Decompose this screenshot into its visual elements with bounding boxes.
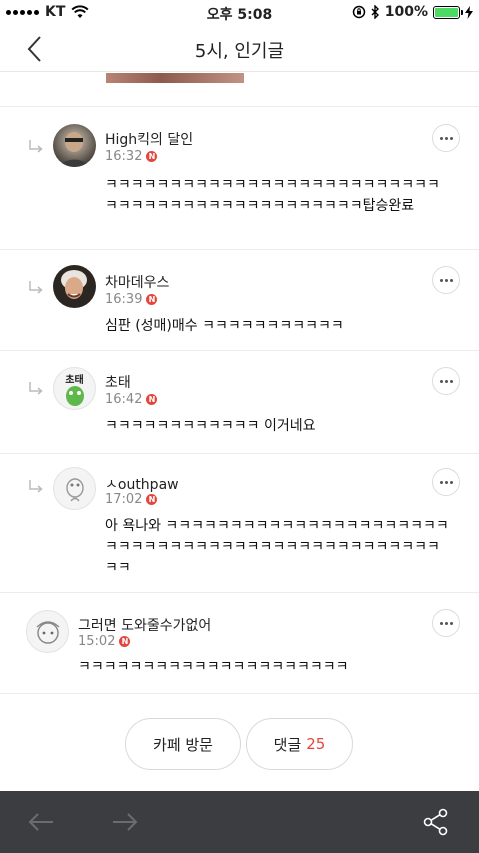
comment-text: ㅋㅋㅋㅋㅋㅋㅋㅋㅋㅋㅋㅋㅋㅋㅋㅋㅋㅋㅋㅋㅋㅋㅋㅋㅋㅋㅋㅋㅋㅋㅋㅋㅋㅋㅋㅋㅋㅋㅋㅋ… xyxy=(105,177,440,214)
comment-meta: 17:02 N xyxy=(105,492,158,507)
rotation-lock-icon xyxy=(352,5,365,19)
comment-item: High킥의 달인 16:32 N ㅋㅋㅋㅋㅋㅋㅋㅋㅋㅋㅋㅋㅋㅋㅋㅋㅋㅋㅋㅋㅋㅋ… xyxy=(0,107,479,249)
comments-button[interactable]: 댓글 25 xyxy=(246,718,353,770)
comment-time: 15:02 xyxy=(78,634,116,649)
comment-time: 16:32 xyxy=(105,149,143,164)
more-options-button[interactable] xyxy=(432,367,460,395)
more-options-button[interactable] xyxy=(432,609,460,637)
battery-icon xyxy=(433,5,463,19)
reply-arrow-icon xyxy=(29,281,43,294)
battery-percent: 100% xyxy=(384,4,428,20)
status-bar: KT 오후 5:08 100% xyxy=(0,0,479,26)
bottom-toolbar xyxy=(0,791,479,853)
comments-label: 댓글 xyxy=(273,735,302,754)
back-arrow-button[interactable] xyxy=(27,811,55,833)
avatar[interactable]: 초태 xyxy=(53,367,96,410)
comment-item: 초태 초태 16:42 N ㅋㅋㅋㅋㅋㅋㅋㅋㅋㅋㅋㅋ 이거네요 xyxy=(0,351,479,453)
more-options-button[interactable] xyxy=(432,266,460,294)
reply-arrow-icon xyxy=(29,382,43,395)
comment-time: 17:02 xyxy=(105,492,143,507)
comment-author[interactable]: ㅅouthpaw xyxy=(105,474,179,494)
share-button[interactable] xyxy=(423,808,449,836)
comment-text: 심판 (성매)매수 ㅋㅋㅋㅋㅋㅋㅋㅋㅋㅋㅋ xyxy=(105,318,344,334)
comment-meta: 16:39 N xyxy=(105,292,158,307)
comment-text: ㅋㅋㅋㅋㅋㅋㅋㅋㅋㅋㅋㅋㅋㅋㅋㅋㅋㅋㅋㅋㅋ xyxy=(78,659,349,675)
comment-meta: 16:32 N xyxy=(105,149,158,164)
comment-text: ㅋㅋㅋㅋㅋㅋㅋㅋㅋㅋㅋㅋ 이거네요 xyxy=(105,418,316,434)
new-badge: N xyxy=(119,636,131,647)
new-badge: N xyxy=(146,294,158,305)
page-title: 5시, 인기글 xyxy=(194,41,285,62)
charging-icon xyxy=(465,5,473,19)
header-bar: 5시, 인기글 xyxy=(0,26,479,72)
comment-author[interactable]: 차마데우스 xyxy=(105,272,169,292)
comment-item: 차마데우스 16:39 N 심판 (성매)매수 ㅋㅋㅋㅋㅋㅋㅋㅋㅋㅋㅋ xyxy=(0,250,479,350)
comment-text: 아 욕나와 ㅋㅋㅋㅋㅋㅋㅋㅋㅋㅋㅋㅋㅋㅋㅋㅋㅋㅋㅋㅋㅋㅋㅋㅋㅋㅋㅋㅋㅋㅋㅋㅋㅋㅋ… xyxy=(105,518,449,576)
avatar[interactable] xyxy=(53,265,96,308)
comments-count: 25 xyxy=(306,735,326,753)
comment-time: 16:39 xyxy=(105,292,143,307)
visit-cafe-label: 카페 방문 xyxy=(153,735,213,754)
battery-fill xyxy=(435,7,458,17)
avatar[interactable] xyxy=(26,610,69,653)
divider xyxy=(0,693,479,694)
comment-author[interactable]: 초태 xyxy=(105,372,131,392)
new-badge: N xyxy=(146,151,158,162)
forward-arrow-button[interactable] xyxy=(111,811,139,833)
new-badge: N xyxy=(146,394,158,405)
reply-arrow-icon xyxy=(29,480,43,493)
bluetooth-icon xyxy=(371,5,379,19)
more-options-button[interactable] xyxy=(432,468,460,496)
comment-time: 16:42 xyxy=(105,392,143,407)
post-image-edge xyxy=(106,73,244,83)
comment-meta: 16:42 N xyxy=(105,392,158,407)
comment-author[interactable]: 그러면 도와줄수가없어 xyxy=(78,615,211,635)
visit-cafe-button[interactable]: 카페 방문 xyxy=(125,718,241,770)
status-right: 100% xyxy=(352,4,473,20)
avatar[interactable] xyxy=(53,467,96,510)
new-badge: N xyxy=(146,494,158,505)
reply-arrow-icon xyxy=(29,140,43,153)
comment-meta: 15:02 N xyxy=(78,634,131,649)
more-options-button[interactable] xyxy=(432,124,460,152)
comment-item: ㅅouthpaw 17:02 N 아 욕나와 ㅋㅋㅋㅋㅋㅋㅋㅋㅋㅋㅋㅋㅋㅋㅋㅋㅋ… xyxy=(0,454,479,592)
avatar[interactable] xyxy=(53,124,96,167)
comment-item: 그러면 도와줄수가없어 15:02 N ㅋㅋㅋㅋㅋㅋㅋㅋㅋㅋㅋㅋㅋㅋㅋㅋㅋㅋㅋㅋ… xyxy=(0,593,479,693)
comment-author[interactable]: High킥의 달인 xyxy=(105,129,193,149)
